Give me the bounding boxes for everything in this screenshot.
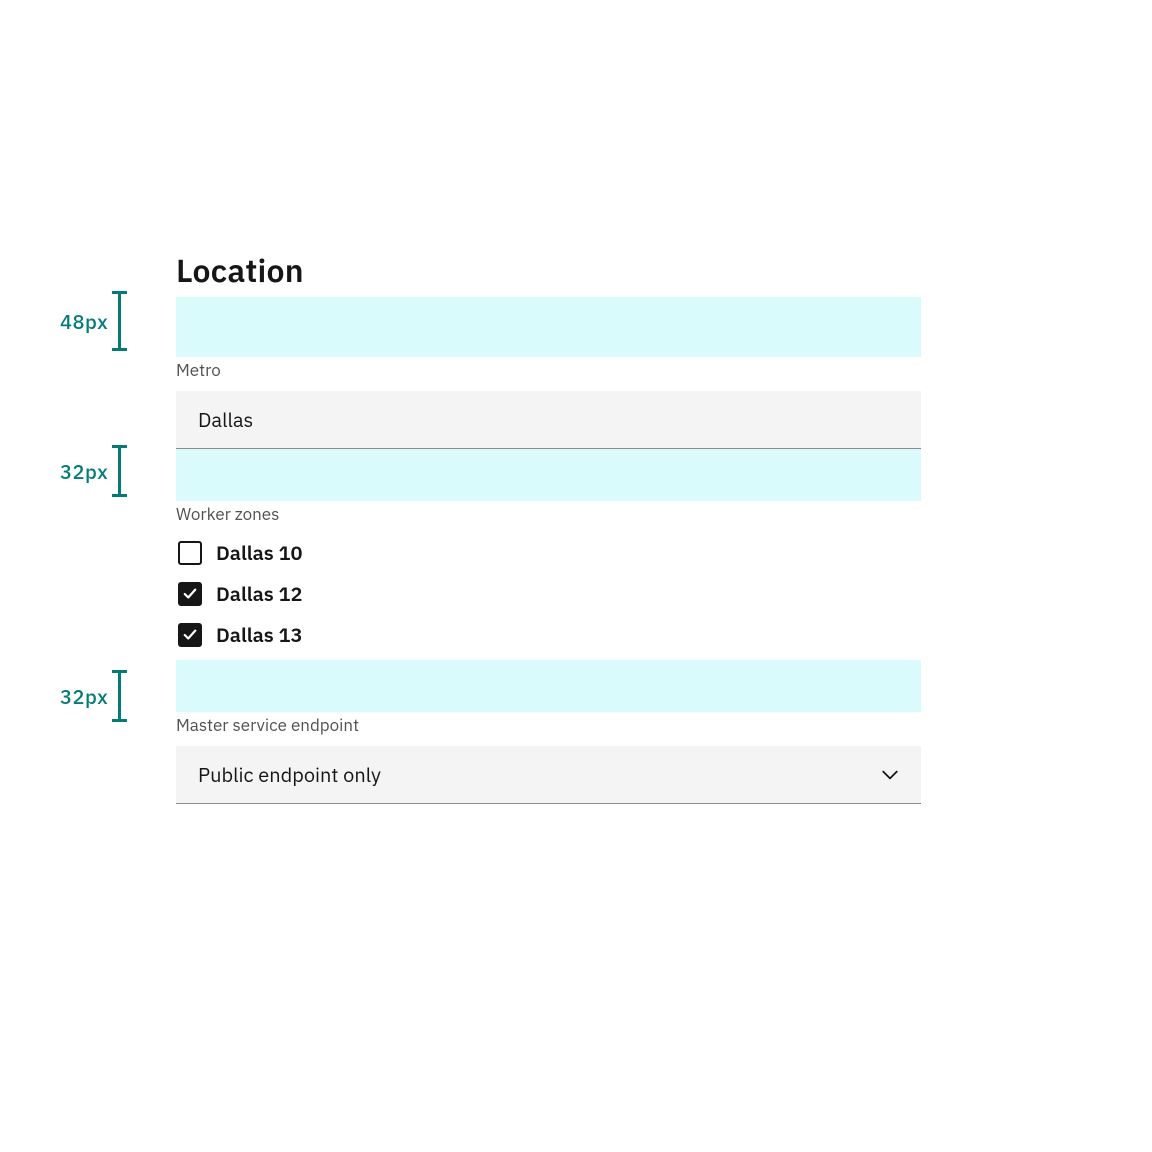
spacing-annotation-32-a: 32px [60,445,121,497]
metro-select-value: Dallas [198,406,253,433]
endpoint-select-value: Public endpoint only [198,761,381,788]
spacing-value: 32px [60,458,108,485]
spacing-bar-icon [118,445,121,497]
metro-label: Metro [176,359,921,381]
zone-label: Dallas 13 [216,621,302,648]
checkbox-checked-icon[interactable] [178,623,202,647]
zone-label: Dallas 12 [216,580,302,607]
spacer-block [176,297,921,357]
spacing-bar-icon [118,670,121,722]
spacer-block [176,660,921,712]
zone-label: Dallas 10 [216,539,302,566]
zone-checkbox-row[interactable]: Dallas 13 [178,621,921,648]
zone-checkbox-row[interactable]: Dallas 10 [178,539,921,566]
zone-checkbox-row[interactable]: Dallas 12 [178,580,921,607]
spacing-bar-icon [118,291,121,351]
spacing-annotation-32-b: 32px [60,670,121,722]
endpoint-select[interactable]: Public endpoint only [176,746,921,804]
metro-select[interactable]: Dallas [176,391,921,449]
worker-zones-group: Dallas 10 Dallas 12 Dallas 13 [178,539,921,648]
section-heading: Location [176,249,921,291]
spacing-value: 32px [60,683,108,710]
spacing-value: 48px [60,308,108,335]
location-form: Location Metro Dallas Worker zones Dalla… [176,249,921,804]
spacing-annotation-48: 48px [60,291,121,351]
chevron-down-icon [881,766,899,784]
checkbox-unchecked-icon[interactable] [178,541,202,565]
spacer-block [176,449,921,501]
checkbox-checked-icon[interactable] [178,582,202,606]
worker-zones-label: Worker zones [176,503,921,525]
master-endpoint-label: Master service endpoint [176,714,921,736]
